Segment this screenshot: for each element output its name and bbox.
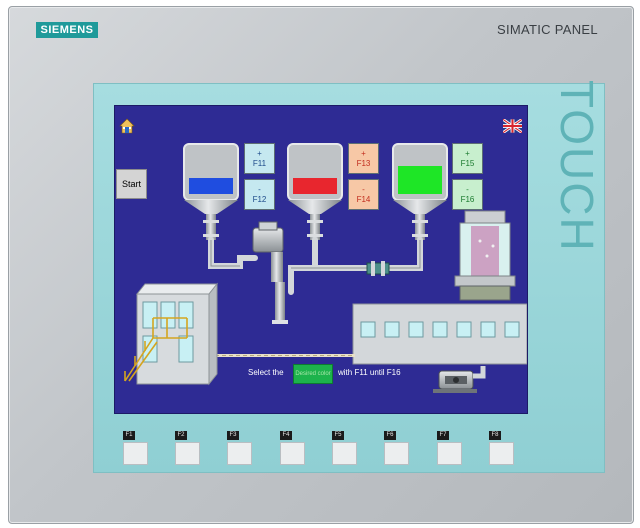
f15-sign: + [465,148,470,158]
f16-decrease-button[interactable]: - F16 [452,179,483,210]
f14-decrease-button[interactable]: - F14 [348,179,379,210]
hint-suffix: with F11 until F16 [338,368,401,377]
f8-key[interactable]: F8 [484,431,514,465]
f3-key[interactable]: F3 [222,431,252,465]
f11-label: F11 [252,158,267,168]
f13-increase-button[interactable]: + F13 [348,143,379,174]
f16-sign: - [466,184,469,194]
tank-red [287,143,343,240]
f16-label: F16 [460,194,475,204]
factory-building [352,303,527,365]
mixing-valve [252,221,288,324]
f7-key-label: F7 [437,431,449,440]
f3-key-label: F3 [227,431,239,440]
f12-decrease-button[interactable]: - F12 [244,179,275,210]
f1-key-label: F1 [123,431,135,440]
f8-key-label: F8 [489,431,501,440]
inline-valve [366,261,390,276]
tank-green [392,143,448,240]
f12-label: F12 [252,194,267,204]
siemens-logo: SIEMENS [36,22,98,38]
f4-key[interactable]: F4 [275,431,305,465]
hint-prefix: Select the [248,368,284,377]
f15-label: F15 [460,158,475,168]
f5-key[interactable]: F5 [327,431,357,465]
pump-motor [433,366,486,393]
f12-sign: - [258,184,261,194]
f14-sign: - [362,184,365,194]
f2-key[interactable]: F2 [170,431,200,465]
home-icon[interactable] [119,118,135,134]
f14-label: F14 [356,194,371,204]
f11-increase-button[interactable]: + F11 [244,143,275,174]
f13-label: F13 [356,158,371,168]
panel-model-label: SIMATIC PANEL [497,22,598,37]
f15-increase-button[interactable]: + F15 [452,143,483,174]
control-building [124,282,219,386]
start-button[interactable]: Start [116,169,147,199]
f6-key[interactable]: F6 [379,431,409,465]
mixer-machine [454,210,516,301]
f2-key-label: F2 [175,431,187,440]
desired-color-box: Desired color [293,364,333,384]
touch-label: TOUCH [551,80,603,253]
f4-key-label: F4 [280,431,292,440]
uk-flag-icon[interactable] [503,119,522,133]
f7-key[interactable]: F7 [432,431,462,465]
f6-key-label: F6 [384,431,396,440]
f13-sign: + [361,148,366,158]
f11-sign: + [257,148,262,158]
tank-blue [183,143,239,240]
hmi-screen: Start + F11 - F12 + F13 - F14 + F15 - F1… [114,105,528,414]
f5-key-label: F5 [332,431,344,440]
f1-key[interactable]: F1 [118,431,148,465]
function-key-row: F1 F2 F3 F4 F5 F6 F7 F8 [118,431,518,469]
